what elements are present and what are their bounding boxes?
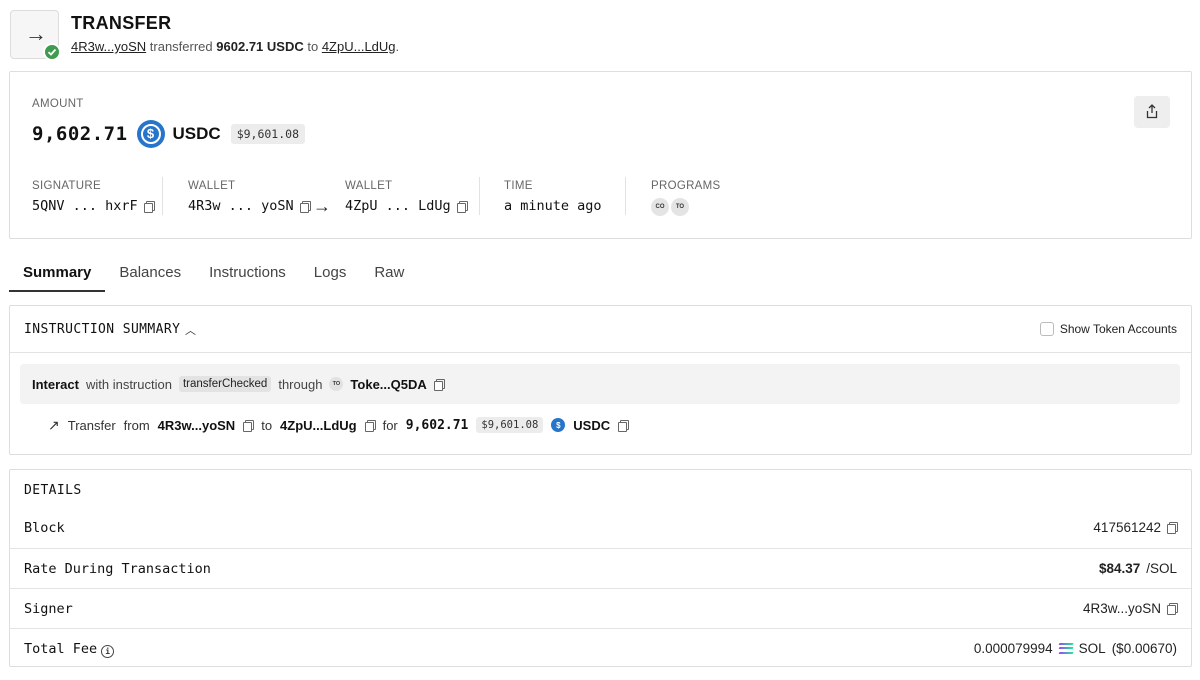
tab-summary[interactable]: Summary [9,258,106,292]
arrow-right-icon: → [313,196,331,216]
time-value: a minute ago [504,198,602,214]
usd-value-badge: $9,601.08 [230,124,305,144]
program-address[interactable]: Toke...Q5DA [350,377,426,392]
transaction-header: → TRANSFER 4R3w...yoSN transferred 9602.… [10,10,1190,61]
transfer-to-address[interactable]: 4ZpU...LdUg [280,418,357,433]
instruction-interact-row: Interact with instruction transferChecke… [20,364,1180,404]
signer-value[interactable]: 4R3w...yoSN [1083,601,1161,616]
instruction-name: transferChecked [178,376,272,392]
copy-icon[interactable] [433,378,445,391]
instruction-summary-header[interactable]: INSTRUCTION SUMMARY ︿ Show Token Account… [10,306,1191,353]
copy-icon[interactable] [143,200,155,213]
copy-icon[interactable] [1167,522,1178,534]
fee-usd: ($0.00670) [1111,641,1177,656]
share-button[interactable] [1134,96,1170,128]
details-card: DETAILS Block 417561242 Rate During Tran… [9,469,1192,667]
transfer-icon: → [10,10,61,61]
to-address-link[interactable]: 4ZpU...LdUg [322,39,396,54]
detail-row-signer: Signer 4R3w...yoSN [10,588,1191,628]
fee-value: 0.000079994 [973,641,1053,656]
transfer-row: ↗ Transfer from 4R3w...yoSN to 4ZpU...Ld… [48,414,630,436]
instruction-summary-card: INSTRUCTION SUMMARY ︿ Show Token Account… [9,305,1192,455]
share-icon [1146,104,1158,119]
tab-raw[interactable]: Raw [360,258,418,292]
success-check-icon [43,43,61,61]
programs-field: PROGRAMS CO TO [651,180,721,216]
overview-card: AMOUNT 9,602.71 $ USDC $9,601.08 SIGNATU… [9,71,1192,239]
signature-value[interactable]: 5QNV ... hxrF [32,198,138,214]
program-badge: TO [329,377,344,391]
copy-icon[interactable] [299,200,311,213]
transfer-usd-badge: $9,601.08 [476,417,544,433]
tab-balances[interactable]: Balances [105,258,195,292]
copy-icon[interactable] [1167,603,1178,615]
copy-icon[interactable] [618,419,630,432]
transaction-description: 4R3w...yoSN transferred 9602.71 USDC to … [71,39,400,54]
details-title: DETAILS [24,483,82,498]
rate-unit: /SOL [1146,561,1177,576]
transfer-token[interactable]: USDC [573,418,610,433]
detail-row-fee: Total Fee i 0.000079994 SOL ($0.00670) [10,628,1191,668]
transfer-amount: 9,602.71 [405,417,469,433]
arrow-right-icon: → [25,21,47,46]
show-token-accounts-checkbox[interactable] [1039,322,1054,336]
tab-instructions[interactable]: Instructions [195,258,300,292]
amount-value: 9,602.71 [32,123,128,145]
tab-bar: Summary Balances Instructions Logs Raw [9,258,418,292]
usdc-token-icon: $ [136,120,165,148]
block-value[interactable]: 417561242 [1093,520,1161,535]
detail-row-rate: Rate During Transaction $84.37/SOL [10,548,1191,588]
divider [479,177,480,215]
wallet-from-field: WALLET 4R3w ... yoSN [188,180,311,214]
copy-icon[interactable] [364,419,376,432]
sol-token-icon [1058,643,1074,654]
tab-logs[interactable]: Logs [300,258,361,292]
fee-token: SOL [1078,641,1106,656]
token-symbol: USDC [172,124,221,143]
copy-icon[interactable] [243,419,255,432]
transfer-from-address[interactable]: 4R3w...yoSN [158,418,236,433]
info-icon[interactable]: i [101,645,115,658]
program-badge[interactable]: TO [671,198,689,216]
rate-value: $84.37 [1098,561,1141,576]
wallet-to-value[interactable]: 4ZpU ... LdUg [345,198,451,214]
divider [162,177,163,215]
program-badge[interactable]: CO [651,198,669,216]
divider [625,177,626,215]
signature-field: SIGNATURE 5QNV ... hxrF [32,180,155,214]
transferred-amount: 9602.71 USDC [216,39,304,54]
page-title: TRANSFER [71,13,172,33]
amount-row: 9,602.71 $ USDC $9,601.08 [32,120,305,148]
wallet-to-field: WALLET 4ZpU ... LdUg [345,180,468,214]
detail-row-block: Block 417561242 [10,508,1191,548]
amount-label: AMOUNT [32,98,84,110]
arrow-up-right-icon: ↗ [48,416,60,433]
copy-icon[interactable] [456,200,468,213]
wallet-from-value[interactable]: 4R3w ... yoSN [188,198,294,214]
chevron-up-icon[interactable]: ︿ [185,322,196,338]
show-token-accounts-toggle[interactable]: Show Token Accounts [1039,322,1177,336]
from-address-link[interactable]: 4R3w...yoSN [71,39,146,54]
instruction-summary-title: INSTRUCTION SUMMARY [24,322,181,337]
usdc-token-icon: $ [551,418,566,432]
time-field: TIME a minute ago [504,180,602,214]
